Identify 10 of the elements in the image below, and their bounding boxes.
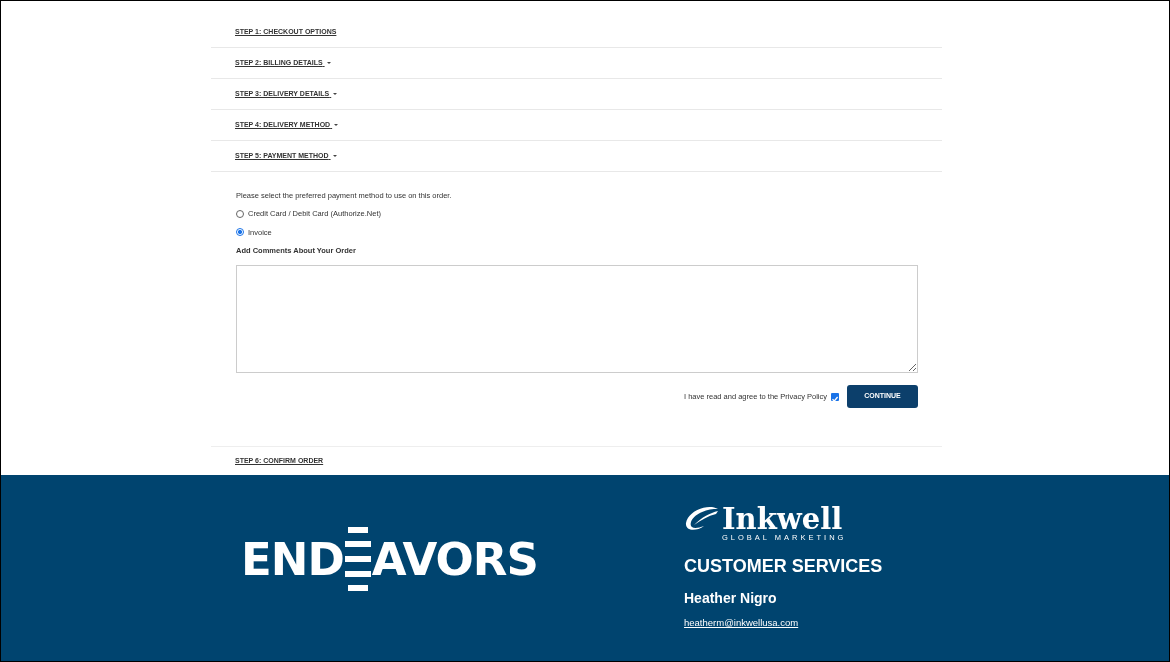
bars-icon [344,527,371,591]
logo-text: END [241,536,344,582]
contact-name: Heather Nigro [684,589,778,609]
comments-field[interactable] [236,265,918,373]
logo-text: AVORS [371,536,538,582]
section-heading: CUSTOMER SERVICES [684,555,883,579]
agree-checkbox[interactable] [831,392,839,401]
email-link[interactable]: heatherm@inkwellusa.com [684,616,799,631]
swoosh-icon [684,505,720,533]
logo-text: Inkwell [722,505,844,534]
